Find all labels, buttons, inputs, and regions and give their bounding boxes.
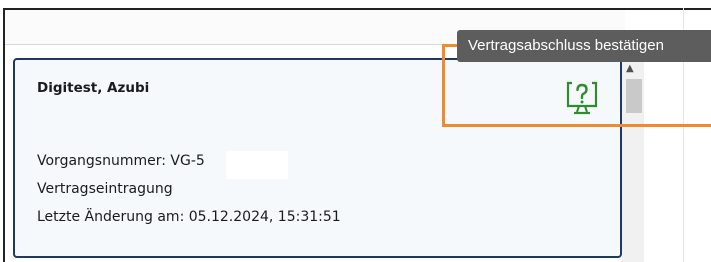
last-modified: Letzte Änderung am: 05.12.2024, 15:31:51 bbox=[37, 209, 341, 225]
case-number: Vorgangsnummer: VG-5 bbox=[37, 153, 205, 169]
contract-type: Vertragseintragung bbox=[37, 181, 173, 197]
tooltip: Vertragsabschluss bestätigen bbox=[457, 30, 711, 62]
card-title: Digitest, Azubi bbox=[37, 80, 150, 96]
redaction-mask bbox=[226, 151, 288, 179]
